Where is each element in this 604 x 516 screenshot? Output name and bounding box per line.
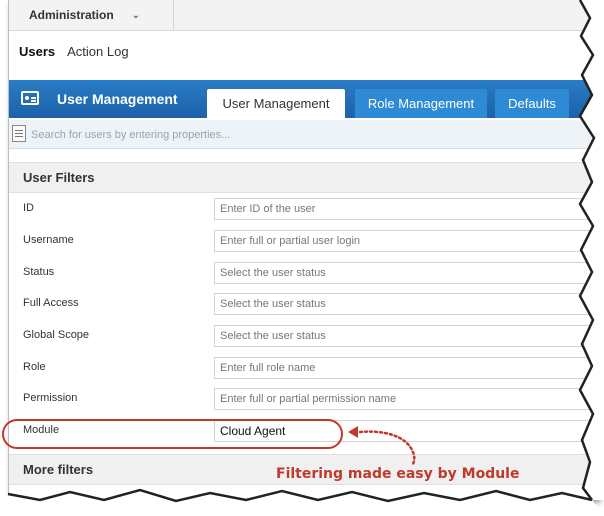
user-filters-heading: User Filters xyxy=(9,162,599,193)
module-title: User Management xyxy=(57,91,178,107)
search-input[interactable] xyxy=(29,124,588,146)
filter-row-role: Role xyxy=(9,353,599,384)
filter-row-full-access: Full Access xyxy=(9,289,599,320)
app-switcher-label: Administration xyxy=(29,8,114,22)
chevron-down-icon: ⌄ xyxy=(131,9,141,21)
search-bar xyxy=(9,120,599,149)
filter-label: Global Scope xyxy=(23,329,90,341)
subnav-users[interactable]: Users xyxy=(19,44,55,59)
subnav-action-log[interactable]: Action Log xyxy=(67,44,128,59)
filter-row-username: Username xyxy=(9,226,599,257)
sub-navigation: Users Action Log xyxy=(9,31,599,71)
filter-label: Permission xyxy=(23,392,78,404)
tab-role-management[interactable]: Role Management xyxy=(355,89,487,118)
filter-label: ID xyxy=(23,202,34,214)
filter-row-permission: Permission xyxy=(9,384,599,415)
filter-row-status: Status xyxy=(9,258,599,289)
annotation-arrowhead xyxy=(348,426,358,438)
app-switcher-dropdown[interactable]: Administration ⌄ xyxy=(9,0,174,30)
permission-field[interactable] xyxy=(214,388,599,410)
tab-defaults[interactable]: Defaults xyxy=(495,89,569,118)
global-scope-select[interactable] xyxy=(214,325,599,347)
module-highlight-ellipse xyxy=(2,419,343,449)
filter-row-id: ID xyxy=(9,194,599,225)
full-access-select[interactable] xyxy=(214,293,599,315)
username-field[interactable] xyxy=(214,230,599,252)
filter-label: Username xyxy=(23,234,74,246)
list-icon[interactable] xyxy=(12,125,26,142)
status-select[interactable] xyxy=(214,262,599,284)
filter-label: Status xyxy=(23,266,55,278)
id-field[interactable] xyxy=(214,198,599,220)
filter-row-global-scope: Global Scope xyxy=(9,321,599,352)
role-field[interactable] xyxy=(214,357,599,379)
tab-user-management[interactable]: User Management xyxy=(207,89,345,118)
user-card-icon xyxy=(21,91,39,105)
filter-label: Role xyxy=(23,361,46,373)
top-bar: Administration ⌄ xyxy=(9,0,599,31)
filter-label: Full Access xyxy=(23,297,79,309)
annotation-text: Filtering made easy by Module xyxy=(276,466,520,482)
